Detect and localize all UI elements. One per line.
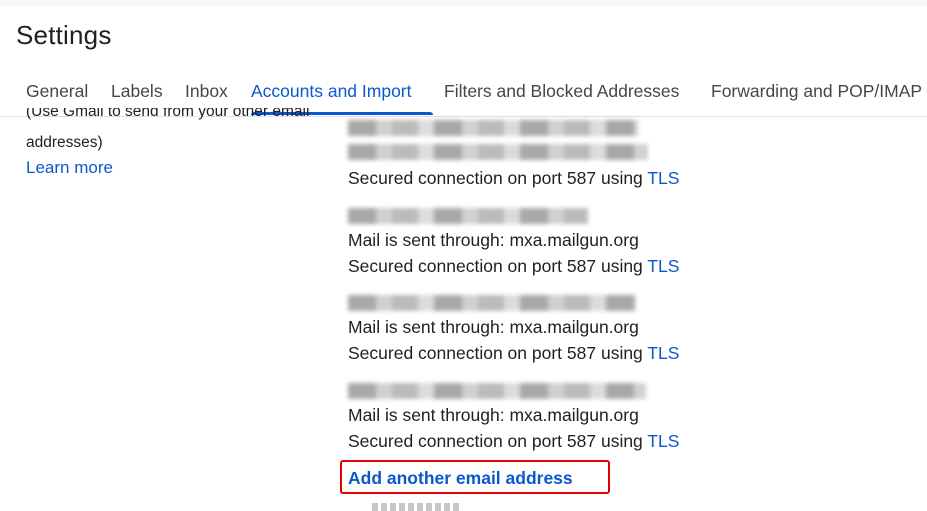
tls-link[interactable]: TLS [647, 168, 679, 188]
tab-labels[interactable]: Labels [111, 81, 163, 102]
redacted-account-name [348, 120, 638, 136]
secured-connection-text: Secured connection on port 587 using TLS [348, 431, 680, 451]
tab-general[interactable]: General [26, 81, 88, 102]
sent-through-text: Mail is sent through: mxa.mailgun.org [348, 230, 639, 250]
redacted-sent-through [348, 144, 648, 160]
tab-inbox[interactable]: Inbox [185, 81, 228, 102]
secured-connection-text: Secured connection on port 587 using TLS [348, 343, 680, 363]
tab-accounts-and-import[interactable]: Accounts and Import [251, 81, 412, 102]
description-line-1: (Use Gmail to send from your other email [26, 108, 310, 120]
learn-more-link[interactable]: Learn more [26, 158, 113, 178]
sent-through-text: Mail is sent through: mxa.mailgun.org [348, 317, 639, 337]
secured-connection-text: Secured connection on port 587 using TLS [348, 168, 680, 188]
sent-through-text: Mail is sent through: mxa.mailgun.org [348, 405, 639, 425]
description-line-2: addresses) [26, 134, 103, 151]
tab-forwarding-and-pop-imap[interactable]: Forwarding and POP/IMAP [711, 81, 922, 102]
add-another-email-address-link[interactable]: Add another email address [348, 468, 573, 489]
tls-link[interactable]: TLS [647, 343, 679, 363]
tls-link[interactable]: TLS [647, 256, 679, 276]
tab-filters-and-blocked-addresses[interactable]: Filters and Blocked Addresses [444, 81, 679, 102]
tls-link[interactable]: TLS [647, 431, 679, 451]
redacted-account-name [348, 295, 636, 311]
cut-off-text [372, 503, 462, 511]
redacted-account-name [348, 383, 646, 399]
top-strip [0, 0, 927, 6]
redacted-account-name [348, 208, 588, 224]
secured-connection-text: Secured connection on port 587 using TLS [348, 256, 680, 276]
page-title: Settings [16, 20, 112, 50]
